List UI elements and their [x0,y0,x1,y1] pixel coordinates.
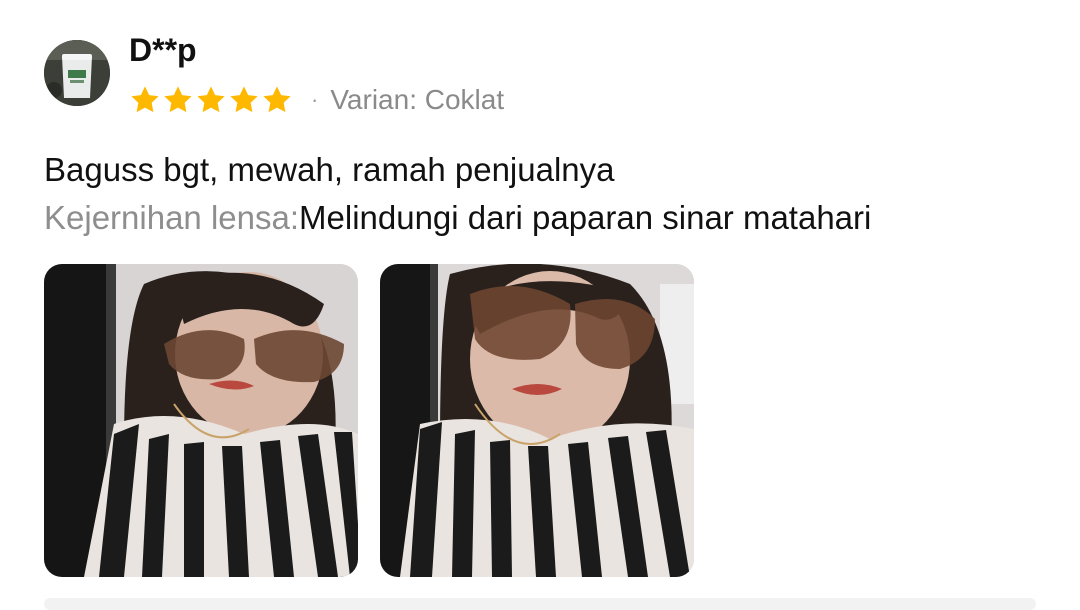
reviewer-name: D**p [129,32,197,68]
star-icon [230,86,258,113]
review-card: D**p · Varian: Coklat Baguss bgt, mewah,… [0,0,1080,610]
variant-label: Varian: Coklat [330,84,505,115]
rating-row: · Varian: Coklat [129,82,504,118]
star-icon [164,86,192,113]
next-section-bar [44,598,1036,610]
attribute-label: Kejernihan lensa: [44,199,300,236]
review-photo-1[interactable] [44,264,358,577]
star-icon [263,86,291,113]
review-photo-2[interactable] [380,264,694,577]
attribute-value: Melindungi dari paparan sinar matahari [299,199,872,236]
attribute-line: Kejernihan lensa:Melindungi dari paparan… [44,196,871,240]
star-icon [197,86,225,113]
review-text: Baguss bgt, mewah, ramah penjualnya [44,151,615,188]
avatar[interactable] [44,40,110,106]
separator-dot: · [311,87,319,112]
star-rating [129,84,293,116]
star-icon [131,86,159,113]
